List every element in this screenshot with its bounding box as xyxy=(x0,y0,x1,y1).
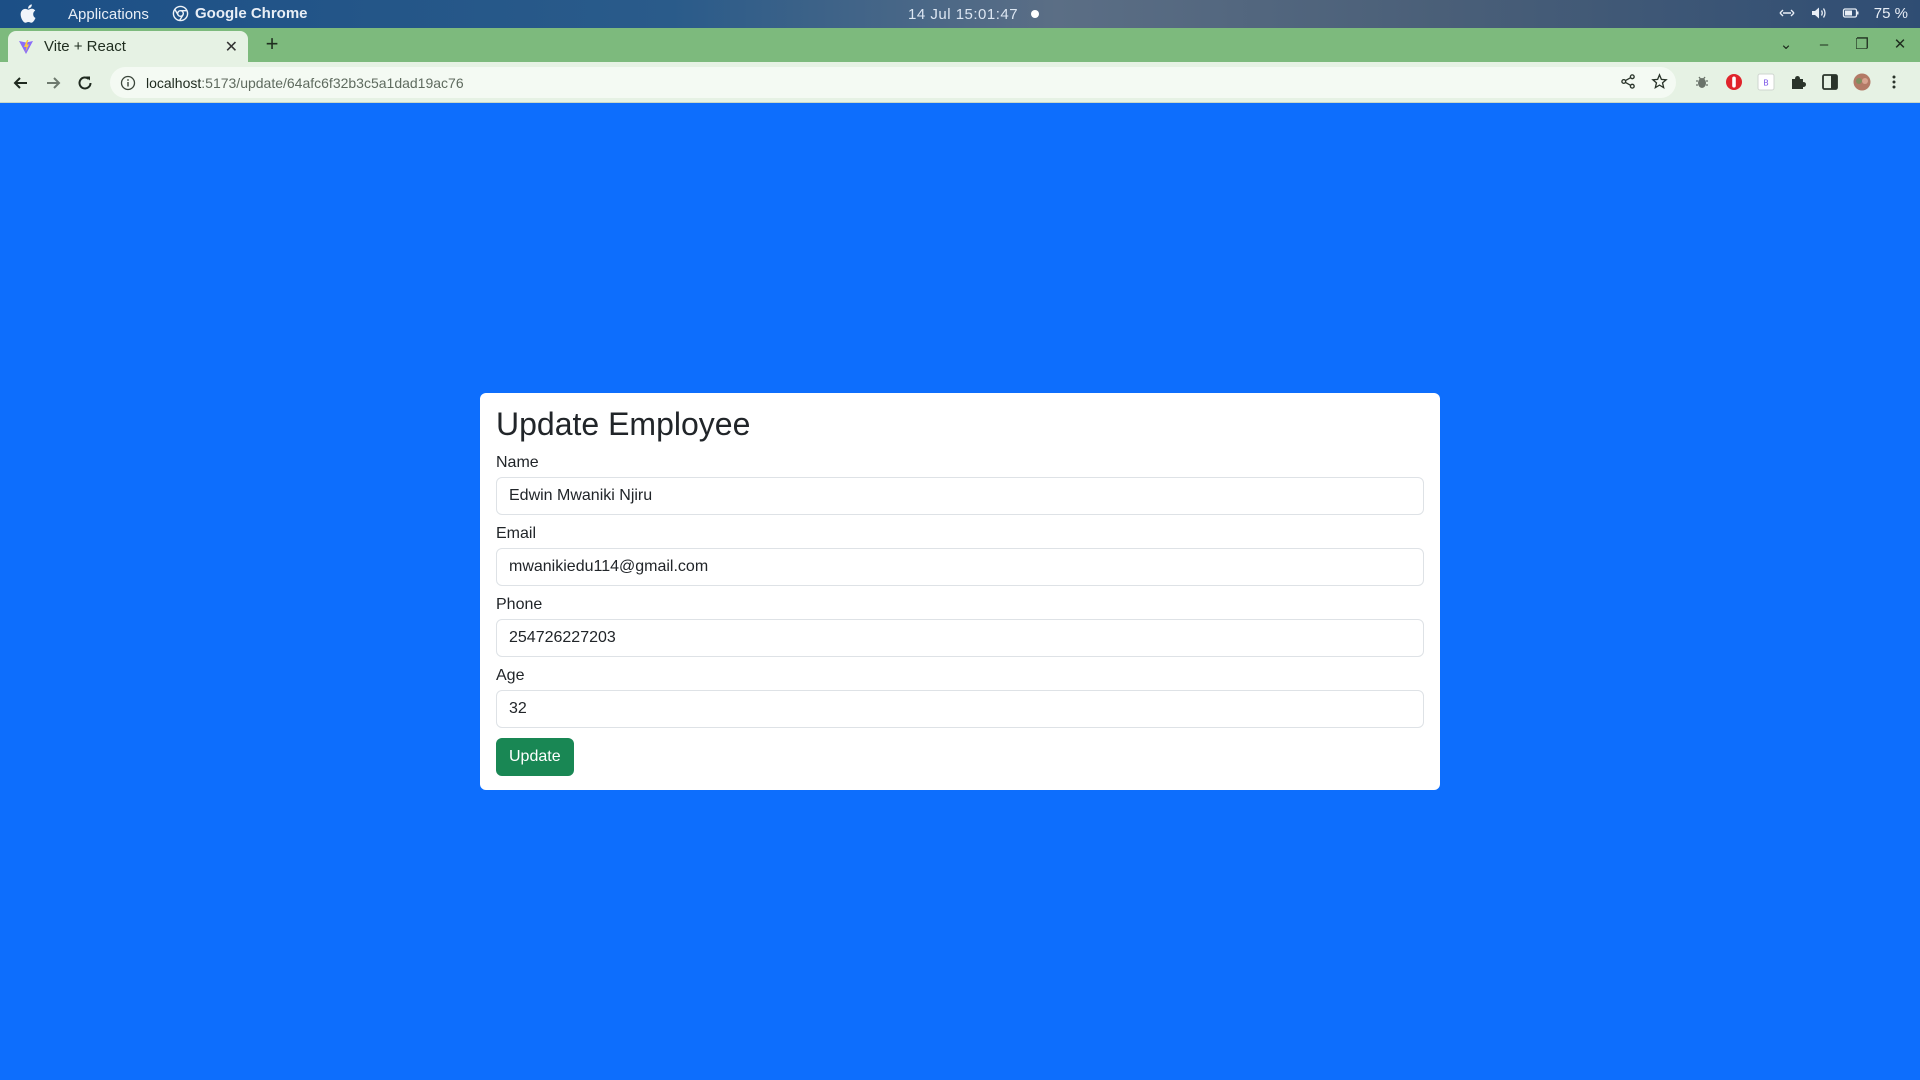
update-employee-card: Update Employee Name Email Phone Age Upd… xyxy=(480,393,1440,790)
email-input[interactable] xyxy=(496,548,1424,587)
active-app-name: Google Chrome xyxy=(195,5,308,22)
system-tray: 75 % xyxy=(1778,4,1908,22)
restore-icon[interactable]: ❐ xyxy=(1852,34,1872,54)
address-bar[interactable]: localhost:5173/update/64afc6f32b3c5a1dad… xyxy=(110,67,1676,98)
bug-extension-icon[interactable] xyxy=(1692,72,1712,92)
volume-icon[interactable] xyxy=(1810,4,1828,22)
reload-icon xyxy=(78,76,92,90)
b-extension-icon[interactable]: B xyxy=(1756,72,1776,92)
apple-logo-icon[interactable] xyxy=(20,4,36,23)
phone-field: Phone xyxy=(496,596,1424,658)
active-app-menu[interactable]: Google Chrome xyxy=(172,5,308,22)
email-label: Email xyxy=(496,525,537,543)
share-icon[interactable] xyxy=(1620,73,1637,90)
side-panel-icon[interactable] xyxy=(1820,72,1840,92)
chrome-icon xyxy=(172,5,189,22)
back-button[interactable] xyxy=(8,70,34,96)
tab-search-chevron-icon[interactable]: ⌄ xyxy=(1776,34,1796,54)
minimize-icon[interactable]: – xyxy=(1814,34,1834,54)
name-label: Name xyxy=(496,454,539,472)
window-controls: ⌄ – ❐ ✕ xyxy=(1776,34,1910,54)
reload-button[interactable] xyxy=(72,70,98,96)
tab-title: Vite + React xyxy=(44,38,126,55)
name-field: Name xyxy=(496,454,1424,516)
browser-tab-active[interactable]: Vite + React ✕ xyxy=(8,31,248,62)
applications-menu[interactable]: Applications xyxy=(68,6,149,23)
age-input[interactable] xyxy=(496,690,1424,729)
profile-avatar-icon[interactable] xyxy=(1852,72,1872,92)
back-arrow-icon xyxy=(13,77,27,89)
form-title: Update Employee xyxy=(496,406,751,442)
extensions-area: B xyxy=(1692,72,1904,92)
network-icon[interactable] xyxy=(1778,4,1796,22)
address-bar-actions xyxy=(1620,73,1668,90)
forward-button[interactable] xyxy=(40,70,66,96)
tab-strip: Vite + React ✕ + ⌄ – ❐ ✕ xyxy=(0,28,1920,62)
tab-close-icon[interactable]: ✕ xyxy=(225,37,238,57)
browser-menu-icon[interactable] xyxy=(1884,72,1904,92)
svg-text:B: B xyxy=(1763,79,1769,88)
browser-toolbar: localhost:5173/update/64afc6f32b3c5a1dad… xyxy=(0,62,1920,103)
battery-percent: 75 % xyxy=(1873,4,1908,22)
recording-indicator xyxy=(1031,10,1039,18)
age-label: Age xyxy=(496,667,525,685)
battery-icon[interactable] xyxy=(1842,4,1860,22)
phone-input[interactable] xyxy=(496,619,1424,658)
name-input[interactable] xyxy=(496,477,1424,516)
os-menu-bar: Applications Google Chrome 14 Jul 15:01:… xyxy=(0,0,1920,28)
phone-label: Phone xyxy=(496,596,543,614)
clock[interactable]: 14 Jul 15:01:47 xyxy=(908,6,1018,23)
update-button[interactable]: Update xyxy=(496,738,574,777)
close-window-icon[interactable]: ✕ xyxy=(1890,34,1910,54)
puzzle-extensions-icon[interactable] xyxy=(1788,72,1808,92)
vite-favicon-icon xyxy=(19,39,33,54)
url-path: :5173/update/64afc6f32b3c5a1dad19ac76 xyxy=(201,74,464,91)
shield-extension-icon[interactable] xyxy=(1724,72,1744,92)
new-tab-button[interactable]: + xyxy=(260,33,284,57)
site-info-icon[interactable] xyxy=(120,75,136,91)
forward-arrow-icon xyxy=(47,77,61,89)
email-field: Email xyxy=(496,525,1424,587)
age-field: Age xyxy=(496,667,1424,729)
url-host: localhost xyxy=(146,74,202,91)
bookmark-star-icon[interactable] xyxy=(1651,73,1668,90)
